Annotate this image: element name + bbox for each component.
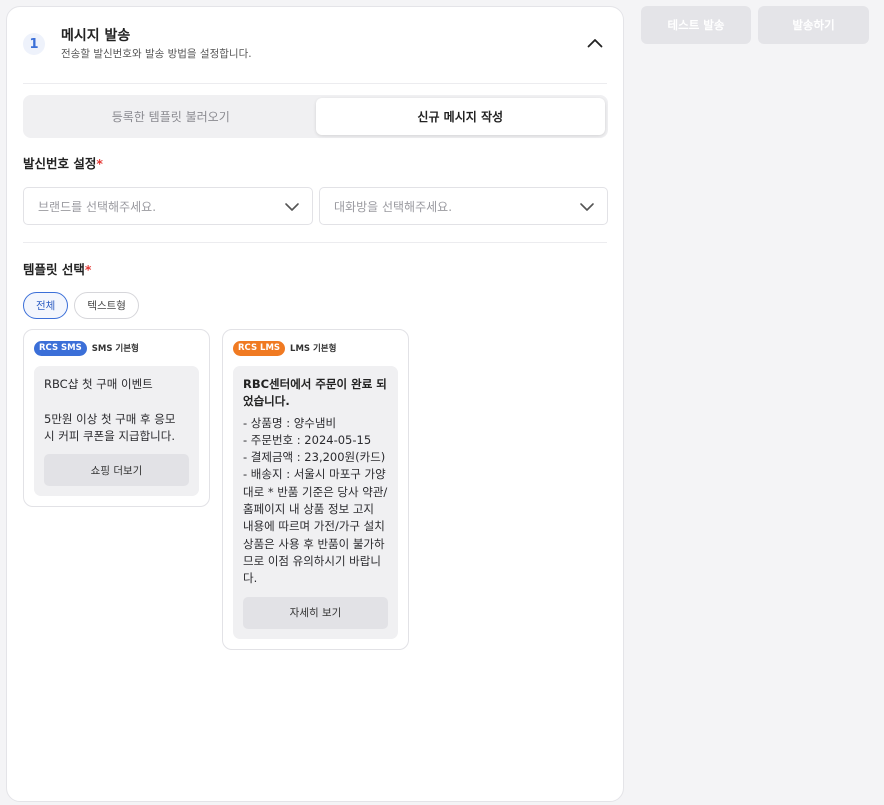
card-type-label: LMS 기본형 (290, 344, 337, 354)
filter-text-chip[interactable]: 텍스트형 (74, 292, 139, 319)
message-body: - 상품명 : 양수냄비 - 주문번호 : 2024-05-15 - 결제금액 … (243, 415, 388, 586)
message-body: RBC샵 첫 구매 이벤트 5만원 이상 첫 구매 후 응모 시 커피 쿠폰을 … (44, 377, 176, 443)
tab-new-message[interactable]: 신규 메시지 작성 (315, 98, 605, 135)
shopping-more-button[interactable]: 쇼핑 더보기 (44, 454, 189, 487)
chevron-down-icon (285, 203, 299, 211)
template-filter-chips: 전체 텍스트형 (23, 292, 139, 319)
message-bubble: RBC샵 첫 구매 이벤트 5만원 이상 첫 구매 후 응모 시 커피 쿠폰을 … (34, 366, 199, 497)
chevron-down-icon (580, 203, 594, 211)
chevron-up-icon (587, 39, 603, 48)
brand-select-placeholder: 브랜드를 선택해주세요. (38, 199, 157, 214)
rcs-lms-badge: RCS LMS (233, 340, 286, 356)
chatroom-select-placeholder: 대화방을 선택해주세요. (334, 199, 453, 214)
brand-select[interactable]: 브랜드를 선택해주세요. (23, 187, 313, 225)
sender-label: 발신번호 설정* (23, 156, 103, 171)
view-details-button[interactable]: 자세히 보기 (243, 596, 388, 629)
card-header: RCS LMS LMS 기본형 (233, 340, 398, 356)
step-description: 전송할 발신번호와 발송 방법을 설정합니다. (61, 48, 252, 60)
rcs-sms-badge: RCS SMS (34, 340, 87, 356)
header-divider (23, 83, 607, 84)
step-title: 메시지 발송 (61, 28, 131, 44)
step-number: 1 (23, 33, 45, 55)
message-title: RBC센터에서 주문이 완료 되었습니다. (243, 377, 387, 409)
collapse-button[interactable] (583, 31, 607, 55)
tab-load-template[interactable]: 등록한 템플릿 불러오기 (26, 98, 316, 135)
test-send-button[interactable]: 테스트 발송 (641, 6, 751, 44)
section-divider (23, 242, 607, 243)
message-bubble: RBC센터에서 주문이 완료 되었습니다. - 상품명 : 양수냄비 - 주문번… (233, 366, 398, 639)
send-button[interactable]: 발송하기 (758, 6, 869, 44)
message-send-panel: 1 메시지 발송 전송할 발신번호와 발송 방법을 설정합니다. 등록한 템플릿… (6, 6, 624, 802)
required-mark: * (84, 262, 92, 277)
template-card-sms[interactable]: RCS SMS SMS 기본형 RBC샵 첫 구매 이벤트 5만원 이상 첫 구… (23, 329, 210, 508)
card-type-label: SMS 기본형 (91, 344, 139, 354)
template-label: 템플릿 선택* (23, 262, 92, 277)
template-card-lms[interactable]: RCS LMS LMS 기본형 RBC센터에서 주문이 완료 되었습니다. - … (222, 329, 409, 650)
step-header: 1 메시지 발송 전송할 발신번호와 발송 방법을 설정합니다. (23, 25, 607, 77)
required-mark: * (96, 156, 103, 171)
card-header: RCS SMS SMS 기본형 (34, 340, 199, 356)
filter-all-chip[interactable]: 전체 (23, 292, 69, 319)
compose-mode-toggle: 등록한 템플릿 불러오기 신규 메시지 작성 (23, 95, 608, 138)
chatroom-select[interactable]: 대화방을 선택해주세요. (319, 187, 608, 225)
